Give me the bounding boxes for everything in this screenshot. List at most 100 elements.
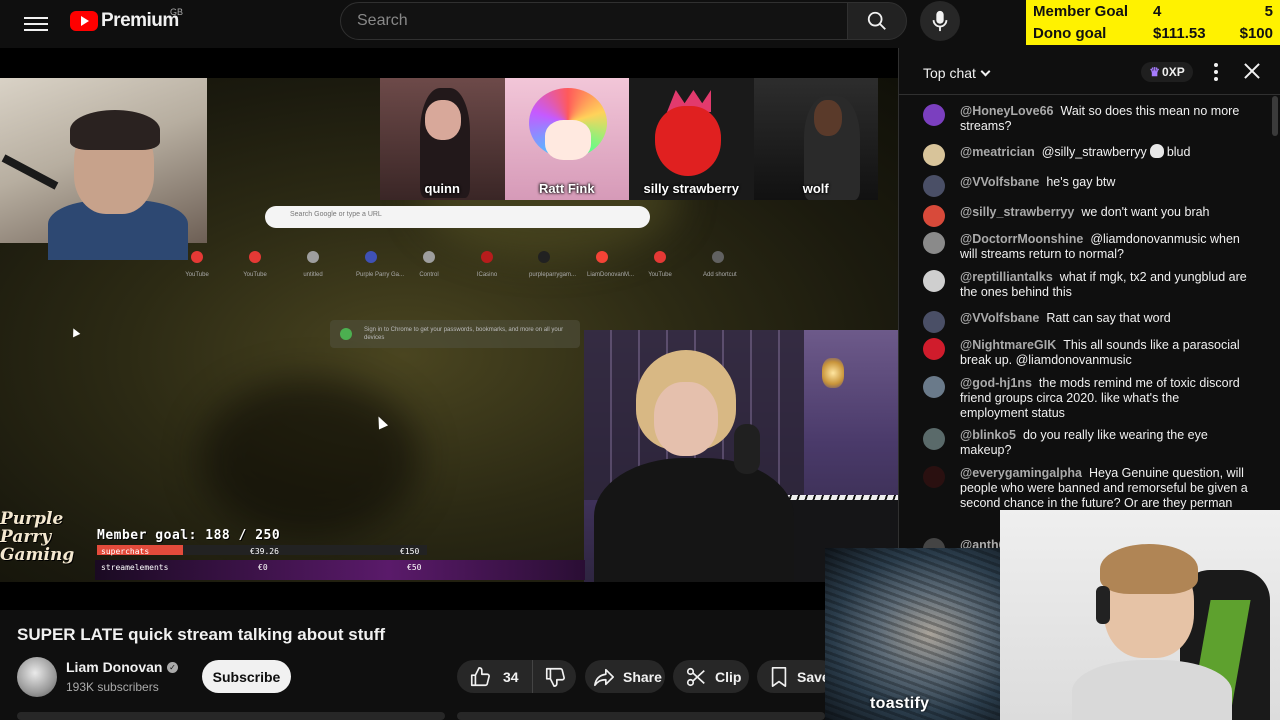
chrome-icon	[340, 328, 352, 340]
chat-message[interactable]: @meatrician @silly_strawberryy blud	[923, 144, 1248, 166]
browser-shortcut: YouTube	[240, 251, 270, 278]
chat-author[interactable]: @anth6	[960, 538, 1006, 548]
chat-message[interactable]: @HoneyLove66 Wait so does this mean no mo…	[923, 104, 1248, 134]
dislike-button[interactable]	[533, 660, 576, 693]
clip-label: Clip	[715, 668, 742, 685]
like-button[interactable]: 34	[457, 660, 533, 693]
goal-row-label: streamelements	[101, 563, 169, 572]
chat-author[interactable]: @VVolfsbane	[960, 311, 1039, 325]
video-player[interactable]: quinn Ratt Fink silly strawberry wolf Se…	[0, 48, 898, 610]
chat-author[interactable]: @HoneyLove66	[960, 104, 1053, 118]
channel-name[interactable]: Liam Donovan	[66, 659, 162, 675]
dono-goal-target: $100	[1239, 25, 1273, 42]
share-label: Share	[623, 668, 662, 685]
video-bottom-bar	[0, 582, 898, 610]
youtube-play-icon	[70, 11, 98, 31]
chat-header: Top chat ♛ 0XP	[899, 48, 1280, 95]
thumbs-down-icon	[545, 667, 565, 687]
dono-goal-current: $111.53	[1153, 25, 1206, 42]
browser-shortcut: LiamDonovanM...	[587, 251, 634, 278]
share-button[interactable]: Share	[585, 660, 665, 693]
channel-avatar[interactable]	[17, 657, 57, 697]
streamer-webcam-top-left	[0, 78, 207, 260]
browser-shortcut: purpleparrygam...	[529, 251, 577, 278]
chat-message-content: @HoneyLove66 Wait so does this mean no mo…	[960, 104, 1248, 134]
chat-message-content: @everygamingalpha Heya Genuine question, …	[960, 466, 1248, 511]
chat-avatar[interactable]	[923, 428, 945, 450]
browser-shortcut: YouTube	[645, 251, 675, 278]
chat-avatar[interactable]	[923, 205, 945, 227]
chat-avatar[interactable]	[923, 270, 945, 292]
chat-message[interactable]: @DoctorrMoonshine @liamdonovanmusic when …	[923, 232, 1248, 262]
chat-author[interactable]: @VVolfsbane	[960, 175, 1039, 189]
xp-badge[interactable]: ♛ 0XP	[1141, 62, 1193, 82]
chat-message[interactable]: @everygamingalpha Heya Genuine question, …	[923, 466, 1248, 511]
guest-name: Ratt Fink	[538, 181, 595, 196]
chat-avatar[interactable]	[923, 175, 945, 197]
youtube-premium-logo[interactable]: Premium	[70, 10, 179, 32]
chat-message-content: @VVolfsbane Ratt can say that word	[960, 311, 1248, 326]
search-input[interactable]	[357, 3, 847, 39]
chat-author[interactable]: @god-hj1ns	[960, 376, 1032, 390]
shortcut-icon	[712, 251, 724, 263]
chat-avatar[interactable]	[923, 376, 945, 398]
chat-scrollbar[interactable]	[1272, 96, 1278, 546]
chat-message[interactable]: @NightmareGIK This all sounds like a para…	[923, 338, 1248, 368]
more-options-icon[interactable]	[1211, 62, 1221, 82]
chat-message-content: @reptilliantalks what if mgk, tx2 and yun…	[960, 270, 1248, 300]
chat-message-content: @VVolfsbane he's gay btw	[960, 175, 1248, 190]
shortcut-label: untitled	[303, 272, 323, 278]
voice-search-button[interactable]	[920, 1, 960, 41]
search-button[interactable]	[847, 2, 907, 40]
chat-avatar[interactable]	[923, 104, 945, 126]
chat-mode-label: Top chat	[923, 65, 976, 81]
scissors-icon	[686, 667, 705, 686]
chat-avatar[interactable]	[923, 144, 945, 166]
browser-shortcut: YouTube	[182, 251, 212, 278]
close-chat-icon[interactable]	[1241, 60, 1263, 82]
chat-avatar[interactable]	[923, 311, 945, 333]
thumbs-up-icon	[470, 666, 490, 686]
member-goal-row: Member Goal 4 5	[1026, 1, 1280, 23]
chrome-signin-prompt: Sign in to Chrome to get your passwords,…	[330, 320, 580, 348]
chat-message-content: @silly_strawberryy we don't want you brah	[960, 205, 1248, 220]
chat-author[interactable]: @DoctorrMoonshine	[960, 232, 1083, 246]
member-goal-current: 4	[1153, 3, 1162, 20]
description-preview[interactable]	[17, 712, 445, 720]
chevron-down-icon	[980, 66, 991, 77]
chat-author[interactable]: @silly_strawberryy	[960, 205, 1074, 219]
overlay-purple-strip	[95, 560, 585, 580]
skull-emoji-icon	[1149, 144, 1164, 158]
description-preview[interactable]	[457, 712, 825, 720]
chat-avatar[interactable]	[923, 466, 945, 488]
chat-avatar[interactable]	[923, 232, 945, 254]
menu-icon[interactable]	[24, 14, 48, 34]
shortcut-icon	[481, 251, 493, 263]
chat-message[interactable]: @god-hj1ns the mods remind me of toxic di…	[923, 376, 1248, 421]
guest-thumbnail: quinn	[380, 78, 505, 200]
shortcut-label: purpleparrygam...	[529, 272, 577, 278]
chat-author[interactable]: @everygamingalpha	[960, 466, 1082, 480]
chat-message[interactable]: @VVolfsbane Ratt can say that word	[923, 311, 1248, 333]
chat-mode-dropdown[interactable]: Top chat	[923, 65, 991, 81]
chat-message[interactable]: @VVolfsbane he's gay btw	[923, 175, 1248, 197]
chat-message[interactable]: @silly_strawberryy we don't want you brah	[923, 205, 1248, 227]
chat-avatar[interactable]	[923, 338, 945, 360]
region-code: GB	[170, 7, 184, 17]
share-icon	[594, 668, 614, 686]
member-goal-label: Member Goal	[1033, 3, 1129, 20]
chat-message[interactable]: @blinko5 do you really like wearing the e…	[923, 428, 1248, 458]
dono-goal-row: Dono goal $111.53 $100	[1026, 23, 1280, 45]
dono-goal-label: Dono goal	[1033, 25, 1107, 42]
subscribe-button[interactable]: Subscribe	[202, 660, 291, 693]
clip-button[interactable]: Clip	[673, 660, 749, 693]
chat-author[interactable]: @NightmareGIK	[960, 338, 1056, 352]
chat-message[interactable]: @reptilliantalks what if mgk, tx2 and yun…	[923, 270, 1248, 300]
chat-author[interactable]: @meatrician	[960, 145, 1035, 159]
chat-author[interactable]: @reptilliantalks	[960, 270, 1053, 284]
strawberry-icon	[655, 106, 721, 176]
chat-avatar[interactable]	[923, 538, 945, 548]
guest-thumbnail: wolf	[753, 78, 878, 200]
shortcut-label: Add shortcut	[703, 272, 737, 278]
chat-author[interactable]: @blinko5	[960, 428, 1016, 442]
